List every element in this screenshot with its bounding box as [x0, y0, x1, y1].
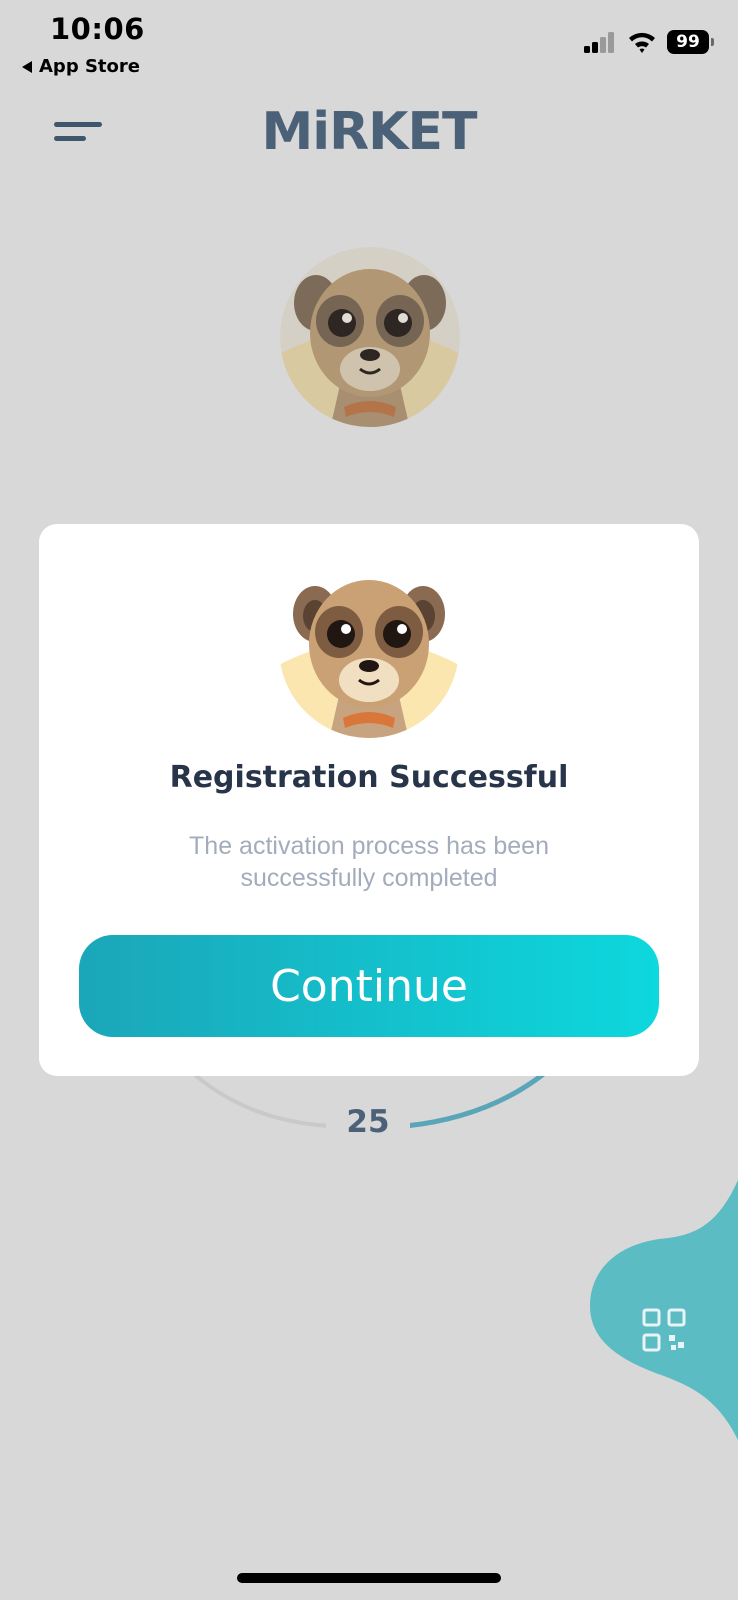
- meerkat-avatar: [279, 558, 459, 738]
- registration-success-dialog: Registration Successful The activation p…: [39, 524, 699, 1076]
- continue-button[interactable]: Continue: [79, 935, 659, 1037]
- qr-code-icon[interactable]: [642, 1308, 686, 1352]
- battery-icon: 99: [667, 30, 714, 54]
- dialog-title: Registration Successful: [169, 760, 569, 795]
- back-app-label: App Store: [39, 56, 140, 77]
- back-to-app-store-link[interactable]: App Store: [22, 56, 140, 77]
- home-indicator[interactable]: [237, 1573, 501, 1583]
- back-triangle-icon: [22, 60, 32, 73]
- gauge-value: 25: [326, 1104, 410, 1140]
- status-icons: 99: [583, 30, 714, 54]
- wifi-icon: [629, 32, 655, 53]
- battery-level: 99: [667, 30, 709, 54]
- dialog-message: The activation process has been successf…: [189, 832, 549, 892]
- brand-logo: MiRKET: [261, 102, 478, 162]
- meerkat-avatar: [280, 247, 460, 427]
- cellular-signal-icon: [584, 32, 614, 53]
- status-time: 10:06: [50, 12, 145, 46]
